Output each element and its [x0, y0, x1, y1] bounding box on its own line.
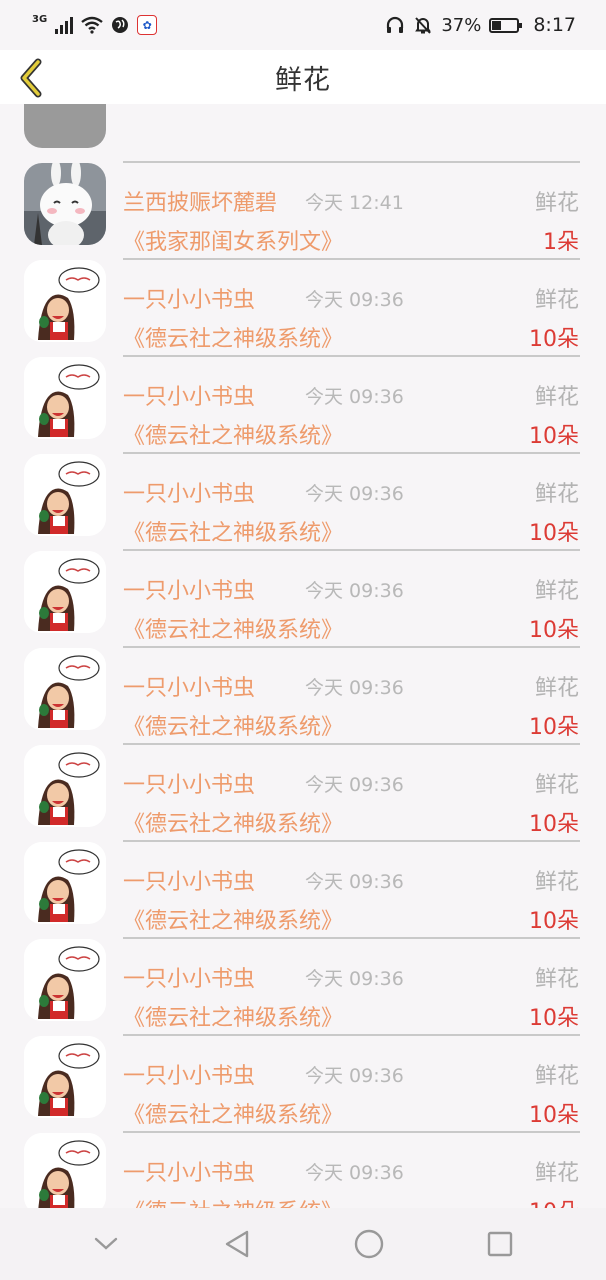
nav-back-button[interactable] [207, 1214, 267, 1274]
battery-percent: 37% [441, 14, 482, 36]
signal-icon [55, 16, 74, 34]
chevron-down-icon [94, 1237, 117, 1250]
gift-type: 鲜花 [534, 482, 579, 507]
clock: 8:17 [533, 14, 576, 36]
timestamp: 今天 09:36 [305, 289, 404, 311]
nav-recents-button[interactable] [470, 1214, 530, 1274]
gift-type: 鲜花 [534, 773, 579, 798]
timestamp: 今天 09:36 [305, 871, 404, 893]
timestamp: 今天 09:36 [305, 580, 404, 602]
globe-icon [112, 17, 129, 33]
gift-type: 鲜花 [534, 676, 579, 701]
battery-icon [489, 17, 523, 33]
page-title: 鲜花 [275, 64, 331, 96]
timestamp: 今天 09:36 [305, 677, 404, 699]
status-bar: 3G ✿ 37% 8:17 [0, 0, 606, 50]
avatar[interactable] [24, 551, 106, 633]
list-item[interactable]: 兰西披赈坏麓碧 今天 12:41 鲜花 《我家那闺女系列文》 1朵 [0, 145, 606, 260]
timestamp: 今天 09:36 [305, 483, 404, 505]
status-right: 37% 8:17 [385, 14, 576, 36]
gift-type: 鲜花 [534, 870, 579, 895]
gift-type: 鲜花 [534, 967, 579, 992]
user-name[interactable]: 一只小小书虫 [123, 379, 255, 411]
nav-home-button[interactable] [339, 1214, 399, 1274]
user-name[interactable]: 一只小小书虫 [123, 573, 255, 605]
back-button[interactable] [12, 56, 52, 100]
user-name[interactable]: 一只小小书虫 [123, 282, 255, 314]
user-name[interactable]: 一只小小书虫 [123, 767, 255, 799]
avatar[interactable] [24, 939, 106, 1021]
gift-type: 鲜花 [534, 288, 579, 313]
list-item[interactable]: 一只小小书虫今天 09:36鲜花《德云社之神级系统》10朵 [0, 242, 606, 357]
network-type: 3G [32, 13, 48, 25]
timestamp: 今天 09:36 [305, 774, 404, 796]
battery-level [492, 20, 502, 30]
list-item[interactable]: 一只小小书虫今天 09:36鲜花《德云社之神级系统》10朵 [0, 339, 606, 454]
gift-type: 鲜花 [534, 385, 579, 410]
top-header: 鲜花 [0, 50, 606, 104]
home-circle-icon [354, 1229, 383, 1259]
gift-type: 鲜花 [534, 579, 579, 604]
list-item[interactable]: 一只小小书虫今天 09:36鲜花《德云社之神级系统》10朵 [0, 1115, 606, 1230]
avatar[interactable] [24, 745, 106, 827]
system-nav-bar [0, 1208, 606, 1280]
nav-hide-button[interactable] [76, 1214, 136, 1274]
list-item[interactable]: 一只小小书虫今天 09:36鲜花《德云社之神级系统》10朵 [0, 824, 606, 939]
list-item[interactable]: 一只小小书虫今天 09:36鲜花《德云社之神级系统》10朵 [0, 533, 606, 648]
back-triangle-icon [226, 1230, 249, 1258]
user-name[interactable]: 一只小小书虫 [123, 1058, 255, 1090]
screen: 3G ✿ 37% 8:17 兰西披赈坏麓碧 今天 12:41 鲜花 《我家那闺女… [0, 0, 606, 1280]
list-item[interactable]: 一只小小书虫今天 09:36鲜花《德云社之神级系统》10朵 [0, 727, 606, 842]
user-name[interactable]: 一只小小书虫 [123, 670, 255, 702]
user-name[interactable]: 一只小小书虫 [123, 476, 255, 508]
list-item[interactable]: 一只小小书虫今天 09:36鲜花《德云社之神级系统》10朵 [0, 921, 606, 1036]
avatar[interactable] [24, 1133, 106, 1215]
list-item[interactable]: 一只小小书虫今天 09:36鲜花《德云社之神级系统》10朵 [0, 436, 606, 551]
avatar[interactable] [24, 648, 106, 730]
user-name[interactable]: 一只小小书虫 [123, 961, 255, 993]
timestamp: 今天 12:41 [305, 192, 404, 214]
user-name[interactable]: 兰西披赈坏麓碧 [123, 185, 277, 217]
list-item[interactable]: 一只小小书虫今天 09:36鲜花《德云社之神级系统》10朵 [0, 1018, 606, 1133]
timestamp: 今天 09:36 [305, 386, 404, 408]
avatar[interactable] [24, 163, 106, 245]
avatar[interactable] [24, 454, 106, 536]
user-name[interactable]: 一只小小书虫 [123, 1155, 255, 1187]
gift-type: 鲜花 [534, 1064, 579, 1089]
timestamp: 今天 09:36 [305, 1065, 404, 1087]
recents-square-icon [488, 1231, 513, 1257]
gift-type: 鲜花 [534, 1161, 579, 1186]
user-name[interactable]: 一只小小书虫 [123, 864, 255, 896]
wifi-icon [81, 16, 103, 34]
status-left: 3G ✿ [32, 13, 158, 35]
avatar[interactable] [24, 260, 106, 342]
timestamp: 今天 09:36 [305, 1162, 404, 1184]
list-item[interactable]: 一只小小书虫今天 09:36鲜花《德云社之神级系统》10朵 [0, 630, 606, 745]
bell-muted-icon [415, 17, 432, 34]
timestamp: 今天 09:36 [305, 968, 404, 990]
avatar[interactable] [24, 357, 106, 439]
avatar[interactable] [24, 842, 106, 924]
gift-type: 鲜花 [534, 191, 579, 216]
chevron-left-icon [20, 58, 42, 98]
gift-record-list[interactable]: 兰西披赈坏麓碧 今天 12:41 鲜花 《我家那闺女系列文》 1朵 一只小小书虫 今天 09… [0, 48, 606, 1230]
avatar[interactable] [24, 1036, 106, 1118]
app-notification-icon: ✿ [137, 15, 158, 35]
headphones-icon [387, 16, 404, 33]
